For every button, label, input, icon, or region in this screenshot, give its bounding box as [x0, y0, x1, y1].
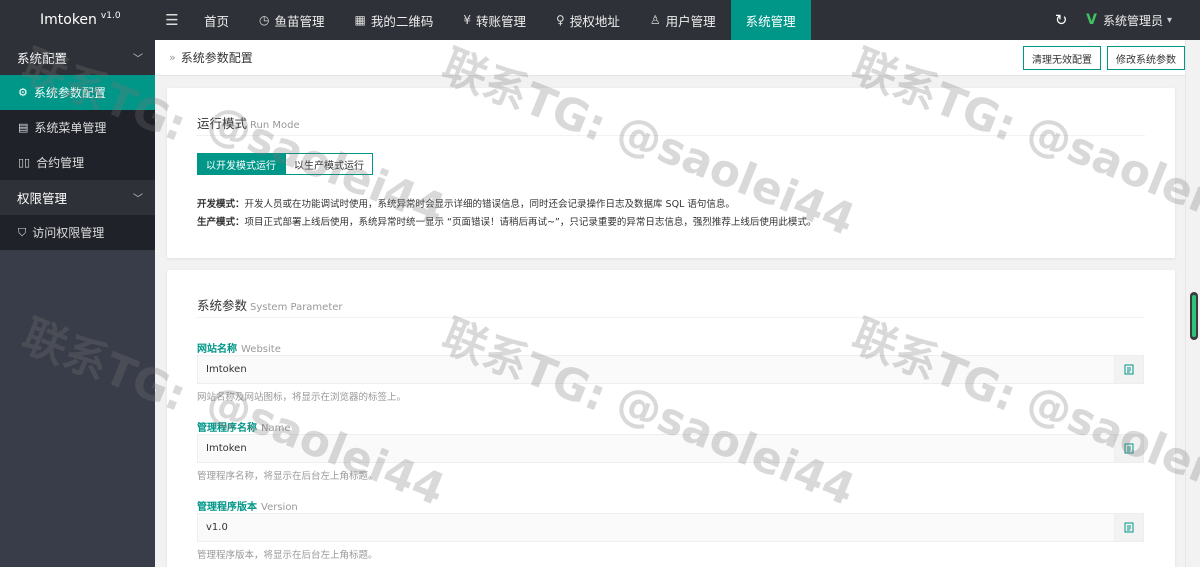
double-chevron-right-icon: »: [169, 51, 176, 64]
nav-users-label: 用户管理: [665, 13, 716, 29]
divider: [197, 317, 1145, 318]
run-mode-title-text: 运行模式: [197, 116, 248, 131]
nav-system[interactable]: 系统管理: [730, 0, 811, 40]
app-version-label-en: Version: [261, 502, 298, 513]
chevron-down-icon: ﹀: [133, 54, 143, 65]
website-label-en: Website: [241, 344, 281, 355]
nav-transfer[interactable]: ¥ 转账管理: [448, 0, 541, 40]
mode-switch: 以开发模式运行 以生产模式运行: [197, 153, 373, 175]
copy-icon[interactable]: [1114, 514, 1143, 541]
dev-mode-desc: 开发模式：开发人员或在功能调试时使用，系统异常时会显示详细的错误信息，同时还会记…: [197, 196, 735, 210]
menu-toggle-icon[interactable]: ☰: [155, 0, 189, 40]
system-params-title: 系统参数 System Parameter: [197, 295, 343, 314]
page-title: 系统参数配置: [180, 51, 253, 65]
sidebar-item-label: 系统参数配置: [33, 86, 106, 100]
nav-fry[interactable]: ◷ 鱼苗管理: [244, 0, 340, 40]
app-version-label-text: 管理程序版本: [197, 502, 257, 513]
chevron-down-icon: ﹀: [133, 194, 143, 205]
user-name: 系统管理员: [1102, 13, 1163, 28]
dev-mode-button[interactable]: 以开发模式运行: [197, 153, 285, 175]
app-name-value: Imtoken: [206, 443, 247, 454]
sidebar-item-menu[interactable]: ▤ 系统菜单管理: [0, 110, 155, 145]
nav-users[interactable]: ♙ 用户管理: [635, 0, 731, 40]
nav-qrcode[interactable]: ▦ 我的二维码: [340, 0, 449, 40]
contract-icon: ▯▯: [18, 156, 31, 169]
app-version-label: 管理程序版本 Version: [197, 498, 298, 513]
sidebar-group-label: 系统配置: [17, 51, 68, 66]
app-version-value: v1.0: [206, 522, 228, 533]
copy-icon[interactable]: [1114, 435, 1143, 462]
main-content: » 系统参数配置 清理无效配置 修改系统参数 运行模式 Run Mode 以开发模…: [155, 40, 1185, 567]
app-name-label: 管理程序名称 Name: [197, 419, 291, 434]
bulb-icon: ♀: [556, 13, 565, 27]
sidebar-item-label: 访问权限管理: [32, 226, 105, 240]
run-mode-card: 运行模式 Run Mode 以开发模式运行 以生产模式运行 开发模式：开发人员或在…: [167, 88, 1175, 258]
sidebar-item-label: 系统菜单管理: [34, 121, 107, 135]
sidebar-group-label: 权限管理: [17, 191, 68, 206]
prod-mode-text: 项目正式部署上线后使用，系统异常时统一显示 “页面错误！请稍后再试~”，只记录重…: [244, 217, 817, 228]
user-menu[interactable]: V 系统管理员 ▾: [1086, 12, 1200, 29]
app-version: v1.0: [100, 11, 121, 21]
copy-icon[interactable]: [1114, 356, 1143, 383]
scroll-thumb[interactable]: [1190, 292, 1198, 340]
qrcode-icon: ▦: [354, 13, 366, 27]
app-version-input[interactable]: v1.0: [197, 513, 1144, 542]
chevron-down-icon: ▾: [1166, 14, 1172, 26]
clock-icon: ◷: [259, 13, 270, 27]
prod-mode-button[interactable]: 以生产模式运行: [285, 153, 373, 175]
sidebar-item-sys-params[interactable]: ⚙ 系统参数配置: [0, 75, 155, 110]
nav-system-label: 系统管理: [745, 13, 796, 29]
system-params-title-text: 系统参数: [197, 298, 248, 313]
website-label: 网站名称 Website: [197, 340, 281, 355]
nav-transfer-label: 转账管理: [476, 13, 527, 29]
edit-params-button[interactable]: 修改系统参数: [1107, 46, 1185, 70]
app-version-help: 管理程序版本，将显示在后台左上角标题。: [197, 550, 378, 561]
top-navbar: Imtoken v1.0 ☰ 首页 ◷ 鱼苗管理 ▦ 我的二维码 ¥ 转账管理 ♀ 授权地…: [0, 0, 1200, 40]
website-label-text: 网站名称: [197, 344, 237, 355]
sidebar-group-config[interactable]: 系统配置 ﹀: [0, 40, 155, 75]
system-params-subtitle: System Parameter: [250, 302, 343, 313]
app-name-input[interactable]: Imtoken: [197, 434, 1144, 463]
menu-icon: ▤: [18, 121, 29, 134]
breadcrumb: » 系统参数配置 清理无效配置 修改系统参数: [155, 40, 1185, 76]
prod-mode-label: 生产模式：: [197, 217, 245, 228]
shield-icon: ⛉: [18, 225, 27, 239]
run-mode-title: 运行模式 Run Mode: [197, 113, 300, 132]
nav-auth-label: 授权地址: [569, 13, 620, 29]
nav-fry-label: 鱼苗管理: [274, 13, 325, 29]
sidebar-item-access[interactable]: ⛉ 访问权限管理: [0, 215, 155, 250]
dev-mode-label: 开发模式：: [197, 199, 245, 210]
nav-home[interactable]: 首页: [189, 0, 244, 40]
refresh-icon[interactable]: ↻: [1046, 11, 1076, 29]
website-help: 网站名称及网站图标，将显示在浏览器的标签上。: [197, 392, 407, 403]
nav-auth[interactable]: ♀ 授权地址: [541, 0, 635, 40]
app-logo[interactable]: Imtoken v1.0: [0, 0, 155, 40]
system-params-card: 系统参数 System Parameter 网站名称 Website Imtoken…: [167, 270, 1175, 567]
vertical-scrollbar[interactable]: [1185, 40, 1200, 567]
sidebar: 系统配置 ﹀ ⚙ 系统参数配置 ▤ 系统菜单管理 ▯▯ 合约管理 权限管理 ﹀ ⛉ 访问…: [0, 40, 155, 567]
app-name-label-en: Name: [261, 423, 291, 434]
yen-icon: ¥: [463, 13, 472, 27]
app-name-help: 管理程序名称，将显示在后台左上角标题。: [197, 471, 378, 482]
nav-qrcode-label: 我的二维码: [370, 13, 434, 29]
website-input[interactable]: Imtoken: [197, 355, 1144, 384]
clear-config-button[interactable]: 清理无效配置: [1023, 46, 1101, 70]
sidebar-item-contract[interactable]: ▯▯ 合约管理: [0, 145, 155, 180]
sidebar-group-permission[interactable]: 权限管理 ﹀: [0, 180, 155, 215]
website-value: Imtoken: [206, 364, 247, 375]
user-icon: ♙: [649, 13, 661, 27]
avatar: V: [1086, 12, 1097, 28]
gear-icon: ⚙: [18, 86, 28, 99]
app-name-label-text: 管理程序名称: [197, 423, 257, 434]
prod-mode-desc: 生产模式：项目正式部署上线后使用，系统异常时统一显示 “页面错误！请稍后再试~”…: [197, 214, 816, 228]
nav-home-label: 首页: [204, 13, 230, 29]
run-mode-subtitle: Run Mode: [250, 120, 300, 131]
app-name: Imtoken: [40, 12, 97, 28]
divider: [197, 135, 1145, 136]
dev-mode-text: 开发人员或在功能调试时使用，系统异常时会显示详细的错误信息，同时还会记录操作日志…: [244, 199, 735, 210]
sidebar-item-label: 合约管理: [36, 156, 85, 170]
